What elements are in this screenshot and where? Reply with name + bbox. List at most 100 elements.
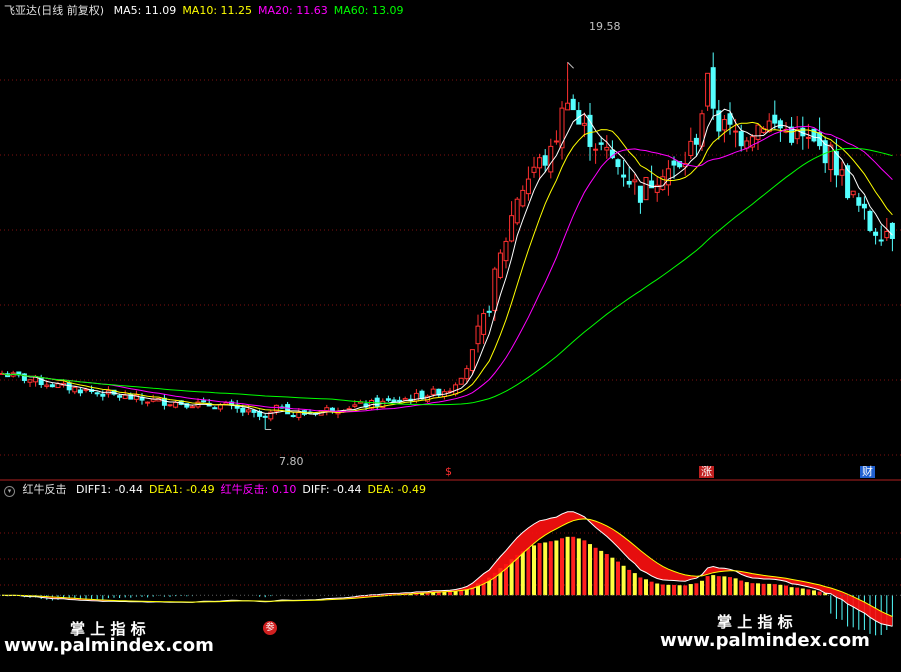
candle-body-10 [55,383,61,389]
candle-body-104 [581,122,587,126]
candle-body-113 [632,179,638,183]
low-price-label: 7.80 [279,455,304,468]
signal-bar-100 [560,538,564,596]
candle-body-85 [475,325,481,345]
signal-bar-137 [767,583,772,596]
candle-body-58 [324,407,330,412]
collapse-icon[interactable]: ▾ [4,486,15,497]
signal-bar-146 [817,591,822,596]
candle-body-138 [772,114,778,124]
candle-body-156 [873,231,879,236]
candle-body-112 [626,180,632,185]
candle-body-97 [542,155,548,166]
ma-line-MA60 [1,147,893,406]
candle-body-150 [839,169,845,176]
macd-legend: DIFF1: -0.44 DEA1: -0.49 红牛反击: 0.10 DIFF: -… [76,483,432,496]
candle-body-155 [867,210,873,231]
candle-body-135 [755,124,761,140]
signal-bar-125 [700,580,704,596]
signal-bar-128 [716,576,721,596]
signal-bar-120 [672,584,676,596]
signal-bar-95 [532,545,536,596]
signal-bar-113 [632,573,637,596]
candle-body-21 [117,395,123,398]
signal-bar-106 [593,547,598,596]
candle-body-86 [481,313,487,335]
signal-bar-109 [610,557,615,596]
candle-body-99 [553,140,559,143]
signal-bar-127 [711,575,716,596]
candle-body-83 [464,368,470,380]
signal-bar-144 [806,589,811,596]
signal-bar-135 [756,583,760,596]
candle-body-36 [201,400,207,403]
ma-line-MA10 [1,121,893,414]
candle-body-91 [509,215,515,242]
candle-body-115 [643,176,649,201]
signal-bar-112 [627,569,632,596]
candle-body-93 [520,189,526,207]
candle-body-67 [374,397,380,407]
candle-body-72 [402,398,408,401]
watermark-title-right: 掌 上 指 标 [717,613,793,631]
event-badge-dollar[interactable]: $ [443,466,454,478]
signal-bar-111 [621,565,626,596]
signal-bar-139 [778,584,783,596]
sub-panel-header: ▾ 红牛反击 DIFF1: -0.44 DEA1: -0.49 红牛反击: 0.10… [4,483,438,497]
candle-body-129 [721,119,727,131]
macd-label-4: DEA: -0.49 [367,483,426,496]
signal-bar-114 [638,577,643,596]
candle-body-47 [262,415,268,418]
candle-body-53 [296,412,302,418]
candle-body-44 [245,409,251,413]
signal-bar-126 [705,576,710,596]
macd-label-2: 红牛反击: 0.10 [220,483,297,496]
signal-bar-132 [739,580,744,596]
candlestick-series [0,52,895,430]
candle-body-123 [688,140,694,156]
candle-body-154 [861,203,867,209]
event-badge-rise[interactable]: 涨 [699,466,714,478]
signal-bar-138 [772,584,777,596]
high-marker [567,61,574,69]
signal-bar-98 [548,541,553,596]
stock-chart-stage: 飞亚达(日线 前复权) MA5: 11.09 MA10: 11.25 MA20: 1… [0,0,901,668]
candle-body-126 [705,72,711,107]
macd-label-3: DIFF: -0.44 [302,483,362,496]
signal-bar-107 [599,550,604,596]
candle-body-158 [884,231,890,239]
signal-bar-122 [683,585,688,596]
candle-body-102 [570,98,576,111]
candle-body-139 [777,120,783,129]
candle-body-34 [189,406,195,409]
event-badge-finance[interactable]: 财 [860,466,875,478]
candle-body-43 [240,407,246,413]
candle-body-127 [710,67,716,109]
signal-bar-119 [666,584,671,596]
candle-body-87 [486,310,492,313]
signal-bar-94 [526,548,531,596]
candle-body-69 [385,398,391,401]
ma-label-1: MA10: 11.25 [182,4,253,17]
signal-bar-121 [677,585,682,596]
candle-body-31 [173,401,179,408]
candle-body-9 [49,384,55,388]
signal-bar-134 [750,583,755,596]
candle-body-39 [217,404,223,410]
candle-body-130 [727,113,733,125]
candle-body-30 [167,404,173,407]
ma-label-2: MA20: 11.63 [258,4,328,17]
diff-line [1,511,893,627]
candle-body-106 [593,148,599,151]
candle-body-18 [100,393,106,397]
signal-bar-129 [722,576,727,596]
ma-line-MA5 [1,108,893,415]
signal-bar-141 [789,587,794,596]
candle-body-77 [430,388,436,395]
candle-body-95 [531,166,537,173]
candle-body-8 [44,384,50,387]
candle-body-82 [458,377,464,385]
ma-line-MA20 [1,125,893,413]
candle-body-84 [469,349,475,372]
signal-badge[interactable]: 参 [263,621,277,635]
